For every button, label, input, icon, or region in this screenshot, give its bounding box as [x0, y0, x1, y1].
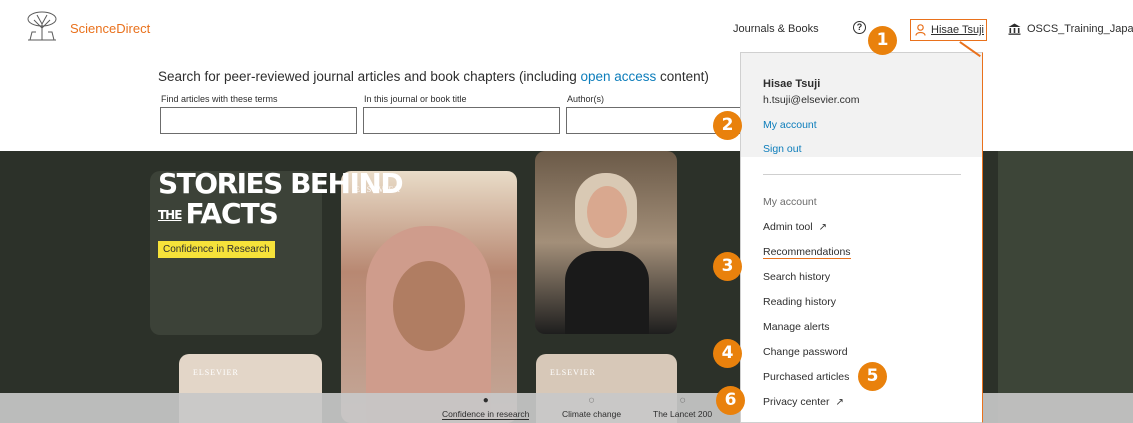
journal-title-label: In this journal or book title: [364, 94, 467, 104]
portrait-body: [565, 251, 649, 334]
carousel-dot-icon: ◌: [588, 395, 595, 406]
my-account-link[interactable]: My account: [763, 119, 817, 131]
menu-item-label: Manage alerts: [763, 321, 830, 333]
menu-item-label: Purchased articles: [763, 371, 850, 383]
confidence-tag: Confidence in Research: [158, 241, 275, 258]
menu-item-label: Change password: [763, 346, 848, 358]
sign-out-link[interactable]: Sign out: [763, 143, 802, 155]
hero-right-panel: [998, 151, 1133, 423]
authors-label: Author(s): [567, 94, 605, 104]
portrait-face: [587, 186, 627, 238]
carousel-label: The Lancet 200: [653, 409, 713, 419]
institution-link[interactable]: OSCS_Training_Japan: [1008, 23, 1133, 35]
search-heading-suffix: content): [656, 69, 709, 84]
dropdown-user-email: h.tsuji@elsevier.com: [763, 94, 860, 106]
carousel-label: Confidence in research: [442, 409, 530, 420]
menu-item-label: Privacy center: [763, 396, 830, 408]
callout-badge-2: 2: [713, 111, 742, 140]
external-link-icon: ↗: [818, 221, 827, 233]
dropdown-section-label: My account: [763, 196, 817, 208]
headline-line-2: THE FACTS: [158, 200, 402, 228]
brand-name[interactable]: ScienceDirect: [70, 21, 150, 36]
terms-label: Find articles with these terms: [161, 94, 278, 104]
institution-icon: [1008, 23, 1021, 35]
menu-item-label: Admin tool: [763, 221, 813, 233]
headline-the: THE: [158, 208, 182, 222]
help-circle-icon[interactable]: ?: [853, 21, 866, 34]
elsevier-logo-icon[interactable]: [22, 10, 62, 44]
dropdown-user-name: Hisae Tsuji: [763, 78, 821, 90]
carousel-dot-icon: ◌: [679, 395, 686, 406]
journal-title-input[interactable]: [363, 107, 560, 134]
callout-badge-4: 4: [713, 339, 742, 368]
external-link-icon: ↗: [835, 396, 844, 408]
headline-facts: FACTS: [185, 197, 278, 230]
callout-badge-6: 6: [716, 386, 745, 415]
menu-item-label: Reading history: [763, 296, 836, 308]
site-header: ScienceDirect Journals & Books ? Hisae T…: [0, 0, 1133, 56]
terms-input[interactable]: [160, 107, 357, 134]
carousel-item[interactable]: ◌ The Lancet 200: [653, 395, 712, 419]
callout-badge-5: 5: [858, 362, 887, 391]
admin-tool-link[interactable]: Admin tool ↗: [763, 221, 827, 233]
callout-badge-1: 1: [868, 26, 897, 55]
elsevier-mark: ELSEVIER: [550, 368, 596, 377]
search-heading: Search for peer-reviewed journal article…: [158, 69, 709, 84]
callout-badge-3: 3: [713, 252, 742, 281]
portrait-face: [393, 261, 465, 351]
privacy-center-link[interactable]: Privacy center ↗: [763, 396, 844, 408]
purchased-articles-link[interactable]: Purchased articles: [763, 371, 849, 383]
user-account-button[interactable]: Hisae Tsuji: [910, 19, 987, 41]
user-name-label: Hisae Tsuji: [931, 24, 984, 36]
elsevier-mark: ELSEVIER: [193, 368, 239, 377]
carousel-item[interactable]: ◌ Climate change: [562, 395, 621, 419]
search-history-link[interactable]: Search history: [763, 271, 830, 283]
hero-card-portrait-2: [535, 151, 677, 334]
carousel-dot-icon: ●: [482, 395, 489, 406]
carousel-item[interactable]: ● Confidence in research: [442, 395, 530, 420]
open-access-link[interactable]: open access: [580, 69, 656, 84]
person-icon: [915, 24, 926, 36]
reading-history-link[interactable]: Reading history: [763, 296, 836, 308]
manage-alerts-link[interactable]: Manage alerts: [763, 321, 830, 333]
institution-name: OSCS_Training_Japan: [1027, 23, 1133, 35]
headline-line-1: STORIES BEHIND: [158, 167, 404, 200]
hero-headline: STORIES BEHIND THE FACTS: [158, 167, 404, 228]
change-password-link[interactable]: Change password: [763, 346, 848, 358]
recommendations-link[interactable]: Recommendations: [763, 246, 851, 259]
carousel-label: Climate change: [562, 409, 622, 419]
dropdown-divider: [763, 174, 961, 175]
journals-books-link[interactable]: Journals & Books: [733, 23, 819, 35]
menu-item-label: Recommendations: [763, 246, 851, 258]
menu-item-label: Search history: [763, 271, 831, 283]
search-heading-prefix: Search for peer-reviewed journal article…: [158, 69, 581, 84]
